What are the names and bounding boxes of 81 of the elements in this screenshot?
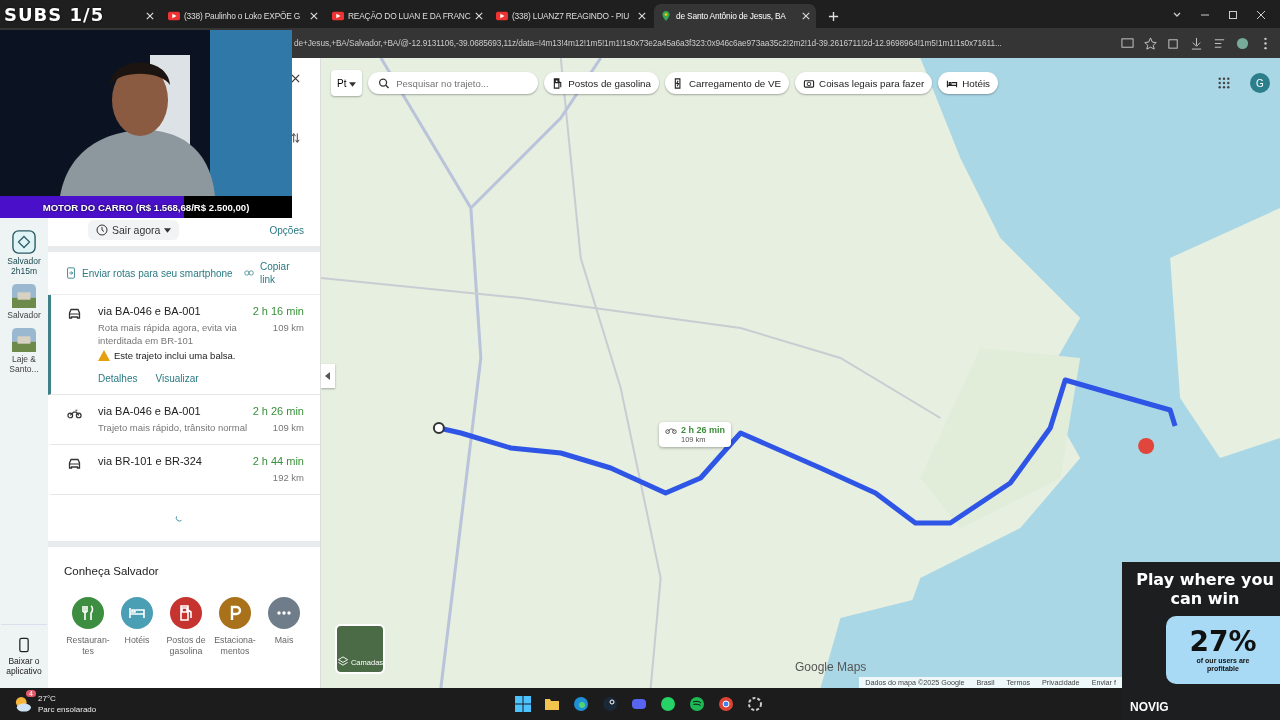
star-icon[interactable] xyxy=(1144,36,1157,50)
ad-headline: Play where you can win xyxy=(1135,570,1275,608)
ferry-warning: Este trajeto inclui uma balsa. xyxy=(114,350,236,361)
recent-place[interactable]: Salvador 2h15m xyxy=(1,230,47,276)
temperature: 27°C xyxy=(38,693,57,704)
download-app-button[interactable]: Baixar o aplicativo xyxy=(1,624,47,676)
category-button[interactable]: Hotéis xyxy=(113,597,161,657)
search-field[interactable]: Pesquisar no trajeto... xyxy=(368,72,539,94)
route-distance: 109 km xyxy=(272,421,304,434)
weather-icon[interactable] xyxy=(14,696,32,712)
browser-icon[interactable] xyxy=(718,696,734,712)
swap-icon[interactable] xyxy=(291,132,300,144)
route-name: via BA-046 e BA-001 xyxy=(98,305,201,317)
music-icon[interactable] xyxy=(689,696,705,712)
clock-icon xyxy=(96,224,108,236)
route-option[interactable]: via BA-046 e BA-001 2 h 26 min Trajeto mais rápido, trânsito normal 109 km xyxy=(48,395,320,445)
filter-chip[interactable]: Coisas legais para fazer xyxy=(795,72,933,94)
category-button[interactable]: Mais xyxy=(260,597,308,657)
stat-value: 27% xyxy=(1189,627,1257,657)
apps-grid-icon[interactable] xyxy=(1218,77,1230,89)
category-button[interactable]: Restauran-tes xyxy=(64,597,112,657)
video-icon xyxy=(168,11,180,21)
caret-icon xyxy=(164,227,172,233)
collapse-panel-button[interactable] xyxy=(321,364,335,388)
close-icon[interactable] xyxy=(291,74,300,83)
route-option[interactable]: via BR-101 e BR-324 2 h 44 min 192 km xyxy=(48,445,320,495)
download-icon[interactable] xyxy=(1190,36,1203,50)
depart-time-button[interactable]: Sair agora xyxy=(88,220,180,240)
directions-icon xyxy=(12,230,36,254)
car-icon xyxy=(67,308,82,320)
options-link[interactable]: Opções xyxy=(269,224,304,236)
browser-tab[interactable]: (338) LUANZ7 REAGINDO - PIU xyxy=(490,4,652,28)
copy-link[interactable]: Copiar link xyxy=(260,260,304,286)
browser-tab[interactable]: (338) Paulinho o Loko EXPÕE G xyxy=(162,4,324,28)
route-link[interactable]: Detalhes xyxy=(98,373,138,384)
profile-icon[interactable] xyxy=(1236,36,1249,50)
recent-place[interactable]: Laje & Santo... xyxy=(1,328,47,374)
map-logo: Google Maps xyxy=(795,660,867,674)
folder-icon[interactable] xyxy=(544,696,560,712)
collapse-icon xyxy=(325,372,331,380)
route-description: Trajeto mais rápido, trânsito normal xyxy=(98,421,248,434)
route-distance: 109 km xyxy=(272,321,304,335)
brand-name: NOVIG xyxy=(1130,700,1169,714)
section-title: Conheça Salvador xyxy=(64,565,159,577)
route-name: via BA-046 e BA-001 xyxy=(98,405,201,417)
category-button[interactable]: Postos de gasolina xyxy=(162,597,210,657)
route-distance: 192 km xyxy=(272,471,304,484)
pin-icon xyxy=(660,11,672,21)
car-icon xyxy=(67,458,82,470)
route-duration: 2 h 16 min xyxy=(252,305,304,317)
camera-icon xyxy=(803,77,816,89)
warning-icon xyxy=(98,350,110,361)
link-icon xyxy=(244,267,254,279)
filter-chip[interactable]: Postos de gasolina xyxy=(544,72,660,94)
travel-mode-dropdown[interactable]: Pt xyxy=(331,70,363,96)
filter-chip[interactable]: Hotéis xyxy=(938,72,998,94)
layers-icon xyxy=(336,656,349,667)
route-link[interactable]: Visualizar xyxy=(155,373,199,384)
motorcycle-icon xyxy=(665,425,677,436)
video-icon xyxy=(496,11,508,21)
subscriber-counter: SUBS 1/5 xyxy=(4,4,105,25)
start-icon[interactable] xyxy=(515,696,531,712)
route-description: Rota mais rápida agora, evita via interditada em BR-101 xyxy=(98,321,238,347)
browser-tab[interactable]: de Santo Antônio de Jesus, BA xyxy=(654,4,816,28)
motorcycle-icon xyxy=(67,408,82,420)
browser-tab[interactable]: REAÇÃO DO LUAN E DA FRANC xyxy=(326,4,488,28)
loading-icon xyxy=(175,514,183,522)
weather-condition: Parc ensolarado xyxy=(38,704,97,715)
category-button[interactable]: Estaciona-mentos xyxy=(211,597,259,657)
filter-chip[interactable]: Carregamento de VE xyxy=(665,72,790,94)
send-to-phone-link[interactable]: Enviar rotas para seu smartphone xyxy=(82,266,238,280)
route-name: via BR-101 e BR-324 xyxy=(98,455,202,467)
caret-icon xyxy=(349,81,357,87)
recent-place[interactable]: Salvador xyxy=(1,284,47,320)
route-duration: 2 h 26 min xyxy=(252,405,304,417)
route-duration: 2 h 44 min xyxy=(252,455,304,467)
maximize-icon[interactable] xyxy=(1228,10,1238,20)
new-tab-icon[interactable] xyxy=(828,11,839,22)
browser-icon[interactable] xyxy=(573,696,589,712)
video-icon xyxy=(332,11,344,21)
game-store-icon[interactable] xyxy=(602,696,618,712)
